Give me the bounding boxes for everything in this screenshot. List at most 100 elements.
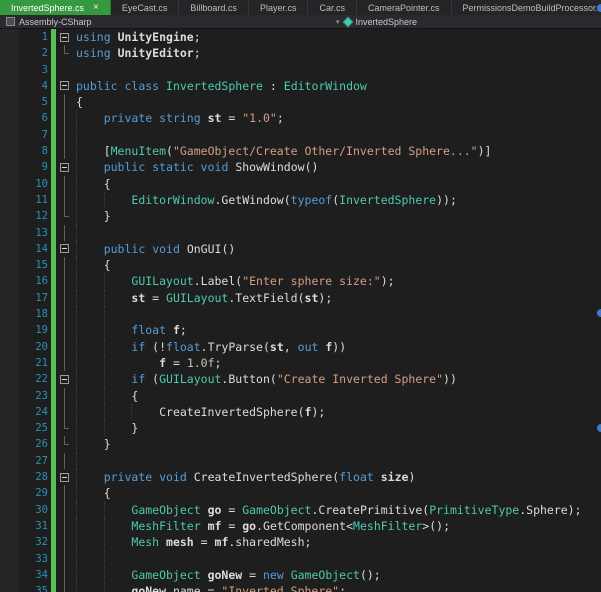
code-line[interactable]: 9 public static void ShowWindow() [0,159,601,176]
tab-permissionsdemobuildprocessor-cs[interactable]: PermissionsDemoBuildProcessor.cs [452,0,601,15]
fold-minus-box[interactable] [60,374,69,384]
fold-collapse-icon[interactable] [58,159,72,175]
tab-invertedsphere-cs[interactable]: InvertedSphere.cs × [0,0,111,15]
line-number[interactable]: 22 [0,371,48,387]
indent-guide [103,403,105,421]
code-line[interactable]: 5{ [0,94,601,111]
code-line[interactable]: 1 using UnityEngine; [0,29,601,46]
line-number[interactable]: 31 [0,518,48,534]
fold-collapse-icon[interactable] [58,29,72,45]
tab-eyecast-cs[interactable]: EyeCast.cs [111,0,180,15]
tab-billboard-cs[interactable]: Billboard.cs [179,0,249,15]
code-line[interactable]: 21 f = 1.0f; [0,354,601,372]
code-line[interactable]: 12 } [0,208,601,225]
code-line[interactable]: 8 [MenuItem("GameObject/Create Other/Inv… [0,143,601,160]
code-line[interactable]: 35 goNew.name = "Inverted Sphere"; [0,583,601,592]
code-line[interactable]: 15 { [0,257,601,274]
line-number[interactable]: 35 [0,583,48,592]
code-line[interactable]: 26 } [0,436,601,453]
fold-minus-box[interactable] [60,162,69,172]
line-number[interactable]: 29 [0,485,48,501]
fold-minus-box[interactable] [60,32,69,42]
line-number[interactable]: 21 [0,355,48,371]
line-number[interactable]: 34 [0,567,48,583]
line-number[interactable]: 8 [0,143,48,159]
line-number[interactable]: 3 [0,62,48,78]
line-number[interactable]: 32 [0,534,48,550]
code-line[interactable]: 19 float f; [0,322,601,339]
tab-camerapointer-cs[interactable]: CameraPointer.cs [357,0,452,15]
fold-margin [58,566,72,584]
code-line[interactable]: 10 { [0,175,601,193]
code-line[interactable]: 17 st = GUILayout.TextField(st); [0,289,601,307]
fold-collapse-icon[interactable] [58,371,72,387]
line-number[interactable]: 28 [0,469,48,485]
line-number[interactable]: 10 [0,176,48,192]
line-number[interactable]: 23 [0,388,48,404]
code-line[interactable]: 20 if (!float.TryParse(st, out f)) [0,338,601,356]
code-line[interactable]: 34 GameObject goNew = new GameObject(); [0,566,601,584]
code-line[interactable]: 2 using UnityEditor; [0,45,601,62]
indent-guide [131,403,133,421]
line-number[interactable]: 17 [0,290,48,306]
code-line[interactable]: 27 [0,452,601,470]
code-line[interactable]: 28 private void CreateInvertedSphere(flo… [0,469,601,486]
line-number[interactable]: 27 [0,453,48,469]
breadcrumb-type-dropdown[interactable]: ▾ InvertedSphere [330,15,423,28]
code-line[interactable]: 29 { [0,485,601,502]
line-number[interactable]: 18 [0,306,48,322]
code-line[interactable]: 24 CreateInvertedSphere(f); [0,403,601,421]
line-number[interactable]: 30 [0,502,48,518]
line-number[interactable]: 33 [0,551,48,567]
line-number[interactable]: 9 [0,159,48,175]
line-number[interactable]: 4 [0,78,48,94]
tab-player-cs[interactable]: Player.cs [249,0,309,15]
line-number[interactable]: 15 [0,257,48,273]
code-line[interactable]: 7 [0,126,601,144]
line-number[interactable]: 14 [0,241,48,257]
code-line[interactable]: 23 { [0,387,601,405]
fold-collapse-icon[interactable] [58,469,72,485]
line-number[interactable]: 2 [0,45,48,61]
code-line[interactable]: 33 [0,550,601,568]
code-line[interactable]: 32 Mesh mesh = mf.sharedMesh; [0,534,601,551]
code-line[interactable]: 13 [0,224,601,242]
line-number[interactable]: 1 [0,29,48,45]
line-number[interactable]: 20 [0,339,48,355]
tab-car-cs[interactable]: Car.cs [308,0,357,15]
line-number[interactable]: 5 [0,94,48,110]
change-indicator [51,387,56,404]
code-line[interactable]: 11 EditorWindow.GetWindow(typeof(Inverte… [0,191,601,209]
line-number[interactable]: 7 [0,127,48,143]
fold-collapse-icon[interactable] [58,78,72,94]
line-number[interactable]: 25 [0,420,48,436]
line-number[interactable]: 24 [0,404,48,420]
fold-collapse-icon[interactable] [58,241,72,257]
close-icon[interactable]: × [93,2,99,13]
line-number[interactable]: 16 [0,273,48,289]
breadcrumb-project-dropdown[interactable]: Assembly-CSharp [0,15,98,28]
line-number[interactable]: 26 [0,436,48,452]
line-number[interactable]: 6 [0,110,48,126]
line-number[interactable]: 19 [0,322,48,338]
code-line[interactable]: 4 public class InvertedSphere : EditorWin… [0,77,601,95]
code-line[interactable]: 31 MeshFilter mf = go.GetComponent<MeshF… [0,517,601,535]
code-line[interactable]: 18 [0,306,601,323]
fold-minus-box[interactable] [60,81,69,91]
line-number[interactable]: 12 [0,208,48,224]
fold-margin [58,501,72,519]
code-line[interactable]: 3 [0,61,601,78]
fold-minus-box[interactable] [60,472,69,482]
code-line[interactable]: 30 GameObject go = GameObject.CreatePrim… [0,501,601,519]
fold-minus-box[interactable] [60,244,69,254]
code-editor[interactable]: 1 using UnityEngine; 2 using UnityEditor; 3 4… [0,29,601,592]
code-line[interactable]: 6 private string st = "1.0"; [0,110,601,128]
code-line[interactable]: 22 if (GUILayout.Button("Create Inverted… [0,371,601,388]
code-line[interactable]: 14 public void OnGUI() [0,240,601,258]
line-number[interactable]: 13 [0,225,48,241]
code-line[interactable]: 25 } [0,420,601,437]
change-indicator [51,420,56,437]
code-line[interactable]: 16 GUILayout.Label("Enter sphere size:")… [0,273,601,291]
code-text: public static void ShowWindow() [72,159,601,176]
line-number[interactable]: 11 [0,192,48,208]
